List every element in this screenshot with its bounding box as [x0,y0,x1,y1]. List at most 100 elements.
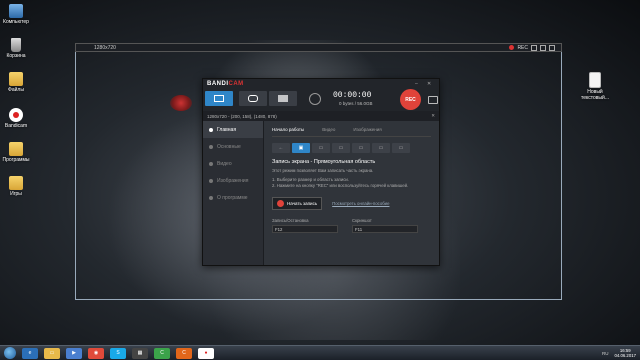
bandicam-logo: BANDICAM [207,81,244,87]
mode-selector: ← ▣ ▭ ▭ ▭ ▭ ▭ [272,143,431,153]
section-heading: Запись экрана - Прямоугольная область [272,159,376,165]
camera-icon[interactable] [531,44,537,51]
gamepad-icon [248,95,258,102]
step-2: 2. Нажмите на кнопку "REC" или воспользу… [272,183,409,188]
capture-toolbar[interactable]: 1280x720 REC [75,43,562,52]
computer-icon [9,4,23,18]
sidebar-item-label: О программе [217,194,248,201]
desktop-icon-label: Программы [2,157,30,163]
gear-icon [209,144,213,149]
hotkey-label: Скриншот [352,218,372,223]
taskbar: e ▭ ▶ ◉ S ▦ C C ● RU 16:59 04.06.2017 [0,345,640,360]
record-indicator-icon [509,45,515,50]
logo-accent: CAM [228,81,244,87]
sidebar-item-label: Основные [217,143,241,150]
skype-taskbar-icon[interactable]: S [110,347,126,359]
image-icon [209,178,213,183]
desktop-icon-bandicam[interactable]: Bandicam [2,108,30,129]
pause-icon[interactable] [309,93,321,105]
folder-icon [9,72,23,86]
section-description: Этот режим позволяет Вам записать часть … [272,168,374,173]
text-document-icon [589,72,601,88]
video-icon [209,161,213,166]
bandicam-header: BANDICAM – ✕ 00:00:00 0 bytes / 56.0GB R… [203,79,439,111]
desktop-icon-text-document[interactable]: Новый текстовый... [578,72,612,101]
window-close-icon[interactable]: ✕ [427,81,432,87]
sidebar-item-video[interactable]: Видео [203,155,263,172]
record-timer: 00:00:00 [333,91,372,100]
language-indicator[interactable]: RU [602,351,609,356]
bandicam-icon [9,108,23,122]
hdmi-icon [278,95,288,102]
media-taskbar-icon[interactable]: ▶ [66,347,82,359]
ie-taskbar-icon[interactable]: e [22,347,38,359]
logo-main: BANDI [207,81,229,87]
sidebar-item-label: Главная [217,126,237,133]
sidebar-item-label: Видео [217,160,232,167]
start-recording-label: Начать запись [287,201,318,206]
sidebar: Главная Основные Видео Изображения О про… [203,121,264,265]
main-panel: Начало работы Видео Изображения ← ▣ ▭ ▭ … [264,121,439,265]
desktop-icon-files[interactable]: Файлы [2,72,30,93]
mode-rectangle-button[interactable]: ▣ [292,143,310,153]
hotkey-record-field[interactable]: F12 [272,225,338,233]
desktop-icon-label: Новый текстовый... [581,89,609,101]
chrome-taskbar-icon[interactable]: ◉ [88,347,104,359]
bandicam-window: BANDICAM – ✕ 00:00:00 0 bytes / 56.0GB R… [202,78,440,266]
start-recording-button[interactable]: Начать запись [272,197,323,210]
hotkey-screenshot: Скриншот F11 [352,218,418,233]
mode-fullscreen-button[interactable]: ▭ [312,143,330,153]
close-icon[interactable] [549,44,555,51]
back-button[interactable]: ← [272,143,290,153]
mode-game-button[interactable]: ▭ [372,143,390,153]
file-size: 0 bytes / 56.0GB [339,101,373,106]
camtasia-taskbar-icon[interactable]: C [154,347,170,359]
recycle-bin-icon [11,38,21,52]
desktop-icon-programs[interactable]: Программы [2,142,30,163]
desktop-icon-label: Корзина [6,53,26,59]
desktop-icon-recycle-bin[interactable]: Корзина [2,38,30,59]
game-mode-button[interactable] [239,91,267,106]
sidebar-item-about[interactable]: О программе [203,189,263,206]
tab-getting-started[interactable]: Начало работы [272,127,304,132]
rec-label[interactable]: REC [517,45,528,51]
clock[interactable]: 16:59 04.06.2017 [614,348,636,358]
games-folder-icon [9,176,23,190]
rec-button[interactable]: REC [400,89,421,110]
mode-device-button[interactable]: ▭ [392,143,410,153]
start-button[interactable] [4,347,16,359]
rectangle-icon [214,95,224,102]
target-info-bar: 1280x720 - (200, 158), (1480, 878) ✕ [203,111,439,121]
programs-folder-icon [9,142,23,156]
minimize-icon[interactable]: – [415,81,420,87]
tab-video[interactable]: Видео [322,127,335,132]
app-taskbar-icon[interactable]: ▦ [132,347,148,359]
sidebar-item-images[interactable]: Изображения [203,172,263,189]
subbar-close-icon[interactable]: ✕ [431,113,435,119]
sidebar-item-label: Изображения [217,177,249,184]
record-icon [277,200,284,207]
rectangle-mode-button[interactable] [205,91,233,106]
info-icon [209,195,213,200]
target-info: 1280x720 - (200, 158), (1480, 878) [207,113,277,119]
hotkey-record: Запись/Остановка F12 [272,218,338,233]
maximize-icon[interactable] [540,44,546,51]
capture-resolution[interactable]: 1280x720 [94,45,116,51]
explorer-taskbar-icon[interactable]: ▭ [44,347,60,359]
desktop-icon-computer[interactable]: Компьютер [2,4,30,25]
hotkey-screenshot-field[interactable]: F11 [352,225,418,233]
tab-images[interactable]: Изображения [353,127,381,132]
online-guide-link[interactable]: Посмотреть онлайн-пособие [332,201,389,206]
screenshot-icon[interactable] [428,96,438,104]
clock-date: 04.06.2017 [614,353,636,358]
mode-window-button[interactable]: ▭ [352,143,370,153]
app2-taskbar-icon[interactable]: C [176,347,192,359]
desktop-icon-label: Файлы [8,87,24,93]
sidebar-item-general[interactable]: Основные [203,138,263,155]
tab-bar: Начало работы Видео Изображения [272,125,431,137]
device-mode-button[interactable] [269,91,297,106]
desktop-icon-games[interactable]: Игры [2,176,30,197]
mode-fullscreen-2-button[interactable]: ▭ [332,143,350,153]
bandicam-taskbar-icon[interactable]: ● [198,347,214,359]
sidebar-item-home[interactable]: Главная [203,121,263,138]
